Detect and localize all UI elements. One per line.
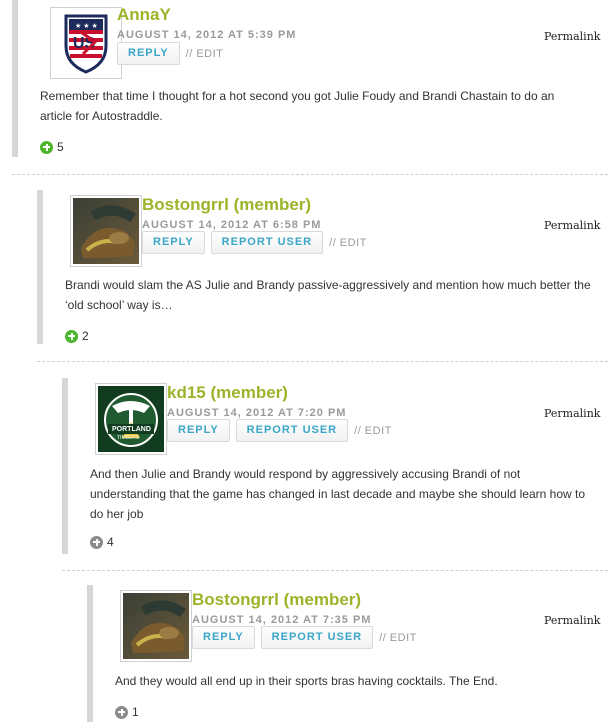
comment-separator	[12, 174, 608, 175]
edit-link[interactable]: // EDIT	[354, 425, 392, 437]
reply-button[interactable]: REPLY	[117, 42, 180, 65]
avatar[interactable]: ★ ★ ★ US	[50, 7, 122, 79]
comment-3: PORTLAND TIMBERS kd15 (member) AUGUST 14…	[0, 378, 612, 558]
thread-bar	[37, 190, 43, 344]
vote-number: 1	[132, 705, 139, 719]
avatar[interactable]	[70, 195, 142, 267]
vote-count: 5	[40, 140, 64, 154]
plus-vote-icon[interactable]	[115, 705, 128, 719]
comment-actions: REPLY // EDIT	[117, 42, 223, 65]
comment-date[interactable]: AUGUST 14, 2012 AT 7:20 PM	[167, 407, 346, 419]
reply-button[interactable]: REPLY	[142, 231, 205, 254]
us-soccer-crest-icon: ★ ★ ★ US	[53, 10, 119, 76]
report-user-button[interactable]: REPORT USER	[260, 626, 374, 649]
vote-number: 5	[57, 140, 64, 154]
permalink[interactable]: Permalink	[544, 219, 600, 232]
svg-text:PORTLAND: PORTLAND	[112, 426, 151, 433]
avatar[interactable]	[120, 590, 192, 662]
permalink[interactable]: Permalink	[544, 407, 600, 420]
thread-bar	[12, 0, 18, 157]
vote-count: 1	[115, 705, 139, 719]
edit-link[interactable]: // EDIT	[329, 237, 367, 249]
comment-actions: REPLY REPORT USER // EDIT	[192, 626, 417, 649]
edit-link[interactable]: // EDIT	[379, 632, 417, 644]
permalink[interactable]: Permalink	[544, 30, 600, 43]
reply-button[interactable]: REPLY	[192, 626, 255, 649]
author-name[interactable]: Bostongrrl (member)	[142, 195, 311, 215]
vote-number: 4	[107, 535, 114, 549]
comment-actions: REPLY REPORT USER // EDIT	[142, 231, 367, 254]
author-name[interactable]: AnnaY	[117, 5, 171, 25]
comment-4: Bostongrrl (member) AUGUST 14, 2012 AT 7…	[0, 585, 612, 722]
edit-link[interactable]: // EDIT	[186, 48, 224, 60]
vote-number: 2	[82, 329, 89, 343]
comment-text: Brandi would slam the AS Julie and Brand…	[65, 278, 591, 312]
plus-vote-icon[interactable]	[40, 140, 53, 154]
comment-date[interactable]: AUGUST 14, 2012 AT 6:58 PM	[142, 219, 321, 231]
comment-2: Bostongrrl (member) AUGUST 14, 2012 AT 6…	[0, 190, 612, 350]
svg-text:TIMBERS: TIMBERS	[117, 435, 140, 441]
thread-bar	[62, 378, 68, 554]
comment-separator	[62, 570, 608, 571]
thread-bar	[87, 585, 93, 722]
vote-count: 4	[90, 535, 114, 549]
avatar[interactable]: PORTLAND TIMBERS	[95, 383, 167, 455]
plus-vote-icon[interactable]	[90, 535, 103, 549]
comment-text: And then Julie and Brandy would respond …	[90, 467, 586, 521]
comment-text: And they would all end up in their sport…	[115, 674, 498, 688]
boots-photo-icon	[123, 593, 189, 659]
reply-button[interactable]: REPLY	[167, 419, 230, 442]
author-name[interactable]: Bostongrrl (member)	[192, 590, 361, 610]
comment-1: ★ ★ ★ US AnnaY AUGUST 14, 2012 AT 5:39 P…	[0, 0, 612, 160]
report-user-button[interactable]: REPORT USER	[210, 231, 324, 254]
permalink[interactable]: Permalink	[544, 614, 600, 627]
comment-text: Remember that time I thought for a hot s…	[40, 89, 555, 123]
comment-separator	[37, 361, 608, 362]
vote-count: 2	[65, 329, 89, 343]
svg-text:★ ★ ★: ★ ★ ★	[75, 22, 98, 30]
report-user-button[interactable]: REPORT USER	[235, 419, 349, 442]
comment-date[interactable]: AUGUST 14, 2012 AT 7:35 PM	[192, 614, 371, 626]
comment-actions: REPLY REPORT USER // EDIT	[167, 419, 392, 442]
portland-timbers-logo-icon: PORTLAND TIMBERS	[98, 386, 164, 452]
author-name[interactable]: kd15 (member)	[167, 383, 288, 403]
plus-vote-icon[interactable]	[65, 329, 78, 343]
comment-date[interactable]: AUGUST 14, 2012 AT 5:39 PM	[117, 29, 296, 41]
boots-photo-icon	[73, 198, 139, 264]
